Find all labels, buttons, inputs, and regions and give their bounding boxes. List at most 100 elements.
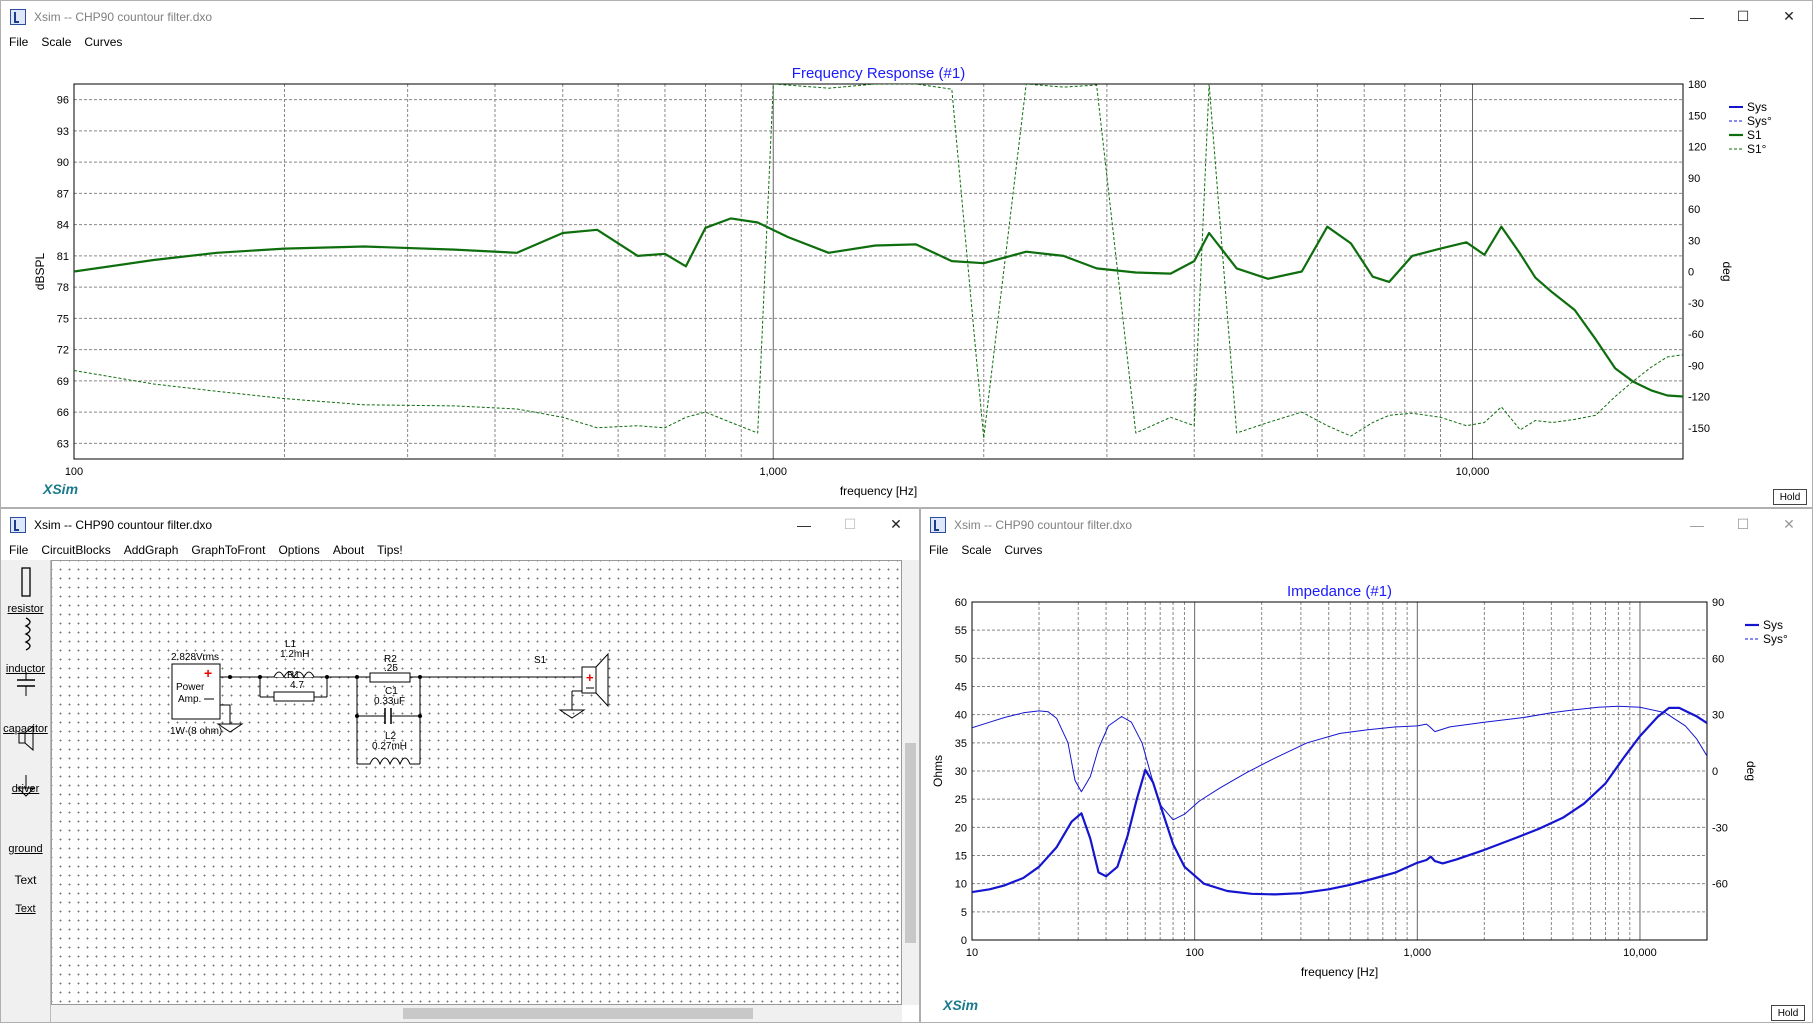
tool-inductor[interactable]: inductor <box>1 663 50 675</box>
driver-ground <box>558 690 586 719</box>
legend-entry: Sys° <box>1747 114 1772 128</box>
menu-file[interactable]: File <box>9 35 28 49</box>
x-axis-label: frequency [Hz] <box>1301 965 1378 979</box>
title-bar[interactable]: Xsim -- CHP90 countour filter.dxo — ☐ ✕ <box>921 509 1812 540</box>
tool-text-box[interactable]: Text <box>1 873 50 887</box>
l2-value: 0.27mH <box>372 741 407 752</box>
tool-resistor[interactable]: resistor <box>1 603 50 615</box>
schematic-canvas[interactable]: 2.828Vrms Power Amp. + 1W (8 ohm) L1 1.2… <box>51 560 902 1005</box>
tool-text[interactable]: Text <box>1 903 50 915</box>
y2-tick-label: 120 <box>1688 142 1706 154</box>
y2-tick-label: -120 <box>1688 392 1710 404</box>
menu-scale[interactable]: Scale <box>961 543 991 557</box>
xsim-logo: XSim <box>43 481 79 497</box>
c1-capacitor[interactable] <box>357 708 420 724</box>
c1-value: 0.33uF <box>374 696 405 707</box>
menu-bar: File CircuitBlocks AddGraph GraphToFront… <box>1 540 919 559</box>
minimize-button[interactable]: — <box>1674 509 1720 540</box>
minimize-button[interactable]: — <box>781 509 827 540</box>
title-bar[interactable]: Xsim -- CHP90 countour filter.dxo — ☐ ✕ <box>1 1 1812 32</box>
y2-tick-label: 0 <box>1688 267 1694 279</box>
plus-terminal: + <box>204 665 212 681</box>
maximize-button[interactable]: ☐ <box>1720 509 1766 540</box>
y-tick-label: 30 <box>955 766 967 778</box>
y-tick-label: 25 <box>955 794 967 806</box>
menu-curves[interactable]: Curves <box>1004 543 1042 557</box>
xsim-app-icon <box>10 516 26 533</box>
tool-ground[interactable]: ground <box>1 843 50 855</box>
source-power-label: 1W (8 ohm) <box>170 726 222 737</box>
hold-button[interactable]: Hold <box>1771 1005 1805 1021</box>
menu-about[interactable]: About <box>333 543 364 557</box>
x-tick-label: 1,000 <box>1404 947 1432 959</box>
menu-file[interactable]: File <box>9 543 28 557</box>
vertical-scrollbar[interactable] <box>902 560 919 1005</box>
x-tick-label: 10 <box>966 947 978 959</box>
series-line-sys-phase <box>972 705 1707 821</box>
menu-curves[interactable]: Curves <box>84 35 122 49</box>
y-tick-label: 66 <box>57 407 69 419</box>
menu-graphtofront[interactable]: GraphToFront <box>191 543 265 557</box>
close-button[interactable]: ✕ <box>1766 509 1812 540</box>
component-toolbox: resistor inductor capacitor driver groun… <box>1 560 51 1022</box>
y2-axis-label: deg <box>1744 761 1758 781</box>
title-bar[interactable]: Xsim -- CHP90 countour filter.dxo — ☐ ✕ <box>1 509 919 540</box>
y-tick-label: 96 <box>57 95 69 107</box>
schematic: 2.828Vrms Power Amp. + 1W (8 ohm) L1 1.2… <box>170 639 609 766</box>
y-tick-label: 50 <box>955 653 967 665</box>
inductor-icon <box>24 617 31 651</box>
y2-tick-label: 90 <box>1688 173 1700 185</box>
scroll-thumb[interactable] <box>905 743 916 943</box>
y-tick-label: 69 <box>57 376 69 388</box>
series-line-sys <box>972 706 1707 896</box>
maximize-button[interactable]: ☐ <box>1720 1 1766 32</box>
tool-capacitor[interactable]: capacitor <box>1 723 50 735</box>
x-tick-label: 10,000 <box>1456 466 1490 478</box>
window-title: Xsim -- CHP90 countour filter.dxo <box>954 517 1133 532</box>
y2-tick-label: -60 <box>1712 879 1728 891</box>
y-tick-label: 35 <box>955 738 967 750</box>
maximize-button[interactable]: ☐ <box>827 509 873 540</box>
y-tick-label: 20 <box>955 822 967 834</box>
y2-tick-label: -90 <box>1688 360 1704 372</box>
close-button[interactable]: ✕ <box>1766 1 1812 32</box>
y2-axis-label: deg <box>1720 261 1734 281</box>
menu-circuitblocks[interactable]: CircuitBlocks <box>41 543 110 557</box>
chart-title: Frequency Response (#1) <box>792 65 965 82</box>
y-tick-label: 90 <box>57 157 69 169</box>
menu-options[interactable]: Options <box>278 543 319 557</box>
menu-file[interactable]: File <box>929 543 948 557</box>
l2-inductor[interactable] <box>357 757 420 766</box>
y-tick-label: 84 <box>57 220 69 232</box>
menu-addgraph[interactable]: AddGraph <box>124 543 179 557</box>
y2-tick-label: 60 <box>1688 204 1700 216</box>
menu-tips[interactable]: Tips! <box>377 543 403 557</box>
horizontal-scrollbar[interactable] <box>51 1005 902 1022</box>
r1-resistor[interactable] <box>273 691 315 702</box>
frequency-response-chart: 63 66 69 72 75 78 81 84 87 90 93 96 -150 -120 -90 -60 -3… <box>33 65 1772 498</box>
minimize-button[interactable]: — <box>1674 1 1720 32</box>
tool-driver[interactable]: driver <box>1 783 50 795</box>
y-tick-label: 63 <box>57 438 69 450</box>
r2-value: .25 <box>384 663 398 674</box>
legend-entry: Sys <box>1747 100 1767 114</box>
y2-tick-label: -150 <box>1688 423 1710 435</box>
driver-name: S1 <box>534 655 547 666</box>
plot-frame <box>73 83 1684 460</box>
source-voltage-label: 2.828Vrms <box>171 652 219 663</box>
r2-resistor[interactable] <box>369 672 411 683</box>
xsim-app-icon <box>930 516 946 533</box>
y2-tick-label: -30 <box>1712 822 1728 834</box>
legend-entry: S1 <box>1747 128 1762 142</box>
menu-scale[interactable]: Scale <box>41 35 71 49</box>
source-label-1: Power <box>176 682 205 693</box>
legend-entry: S1° <box>1747 142 1767 156</box>
capacitor-icon <box>17 672 35 696</box>
hold-button[interactable]: Hold <box>1773 489 1807 505</box>
x-tick-label: 100 <box>1185 947 1203 959</box>
y-tick-label: 87 <box>57 188 69 200</box>
legend-entry: Sys° <box>1763 632 1788 646</box>
scroll-thumb[interactable] <box>403 1008 753 1019</box>
close-button[interactable]: ✕ <box>873 509 919 540</box>
y-tick-label: 15 <box>955 851 967 863</box>
